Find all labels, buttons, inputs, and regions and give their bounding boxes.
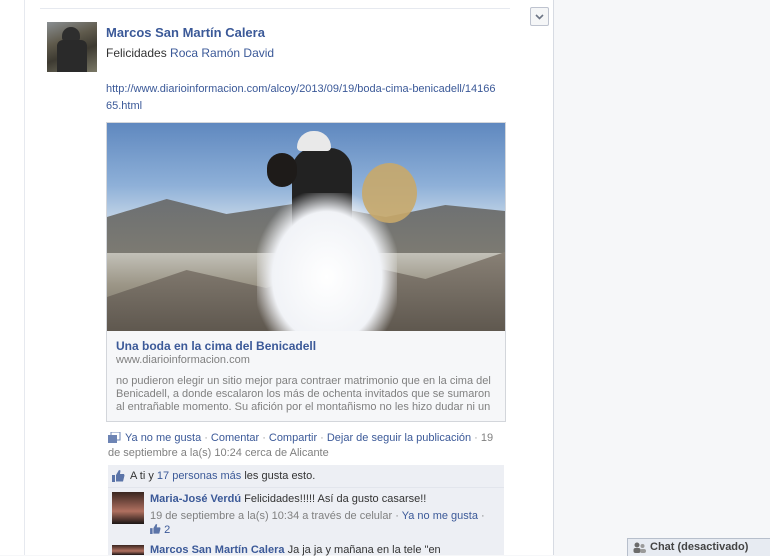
link-preview-image[interactable] [107,123,505,331]
comment-unlike-link[interactable]: Ya no me gusta [402,510,478,522]
comment: Maria-José Verdú Felicidades!!!!! Así da… [108,488,504,538]
chat-label: Chat (desactivado) [650,541,749,553]
post-author[interactable]: Marcos San Martín Calera [106,25,265,40]
feed-story: Marcos San Martín Calera Felicidades Roc… [0,0,554,556]
timeline-line [24,0,25,555]
comment: Marcos San Martín Calera Ja ja ja y maña… [108,543,504,556]
comment-text: Ja ja ja y mañana en la tele "en [287,544,441,556]
comment-like-count[interactable]: 2 [164,524,170,536]
share-source-icon [108,432,121,443]
mention-link[interactable]: Roca Ramón David [170,46,274,60]
comment-text: Felicidades!!!!! Así da gusto casarse!! [244,493,427,505]
link-preview-domain: www.diarioinformacion.com [116,354,250,366]
likes-people-link[interactable]: 17 personas más [157,470,241,482]
story-options-chevron-icon[interactable] [530,7,549,26]
link-preview-card[interactable]: Una boda en la cima del Benicadell www.d… [106,122,506,422]
chat-bar[interactable]: Chat (desactivado) [627,538,770,556]
likes-summary: A ti y 17 personas más les gusta esto. [108,465,504,488]
post-actions: Ya no me gusta · Comentar · Compartir · Dejar … [108,432,494,459]
likes-suffix: les gusta esto. [244,470,316,482]
post-message: Felicidades Roca Ramón David [106,46,274,60]
unlike-link[interactable]: Ya no me gusta [125,432,201,444]
comment-like-icon [150,524,161,534]
comment-link[interactable]: Comentar [211,432,259,444]
thumbs-up-icon [112,470,125,482]
chat-people-icon [633,542,646,553]
post-message-text: Felicidades [106,46,167,60]
post-url-link[interactable]: http://www.diarioinformacion.com/alcoy/2… [106,81,496,115]
likes-prefix: A ti y [130,470,154,482]
comment-author[interactable]: Maria-José Verdú [150,493,241,505]
story-divider [40,8,510,9]
comment-author[interactable]: Marcos San Martín Calera [150,544,285,556]
comment-timestamp[interactable]: 19 de septiembre a la(s) 10:34 a través … [150,510,392,522]
share-link[interactable]: Compartir [269,432,317,444]
unfollow-link[interactable]: Dejar de seguir la publicación [327,432,471,444]
author-avatar[interactable] [47,22,97,72]
link-preview-title[interactable]: Una boda en la cima del Benicadell [116,339,316,353]
commenter-avatar[interactable] [112,492,144,524]
comments-section: A ti y 17 personas más les gusta esto. M… [108,465,504,556]
link-preview-description: no pudieron elegir un sitio mejor para c… [116,375,491,413]
commenter-avatar[interactable] [112,545,144,555]
